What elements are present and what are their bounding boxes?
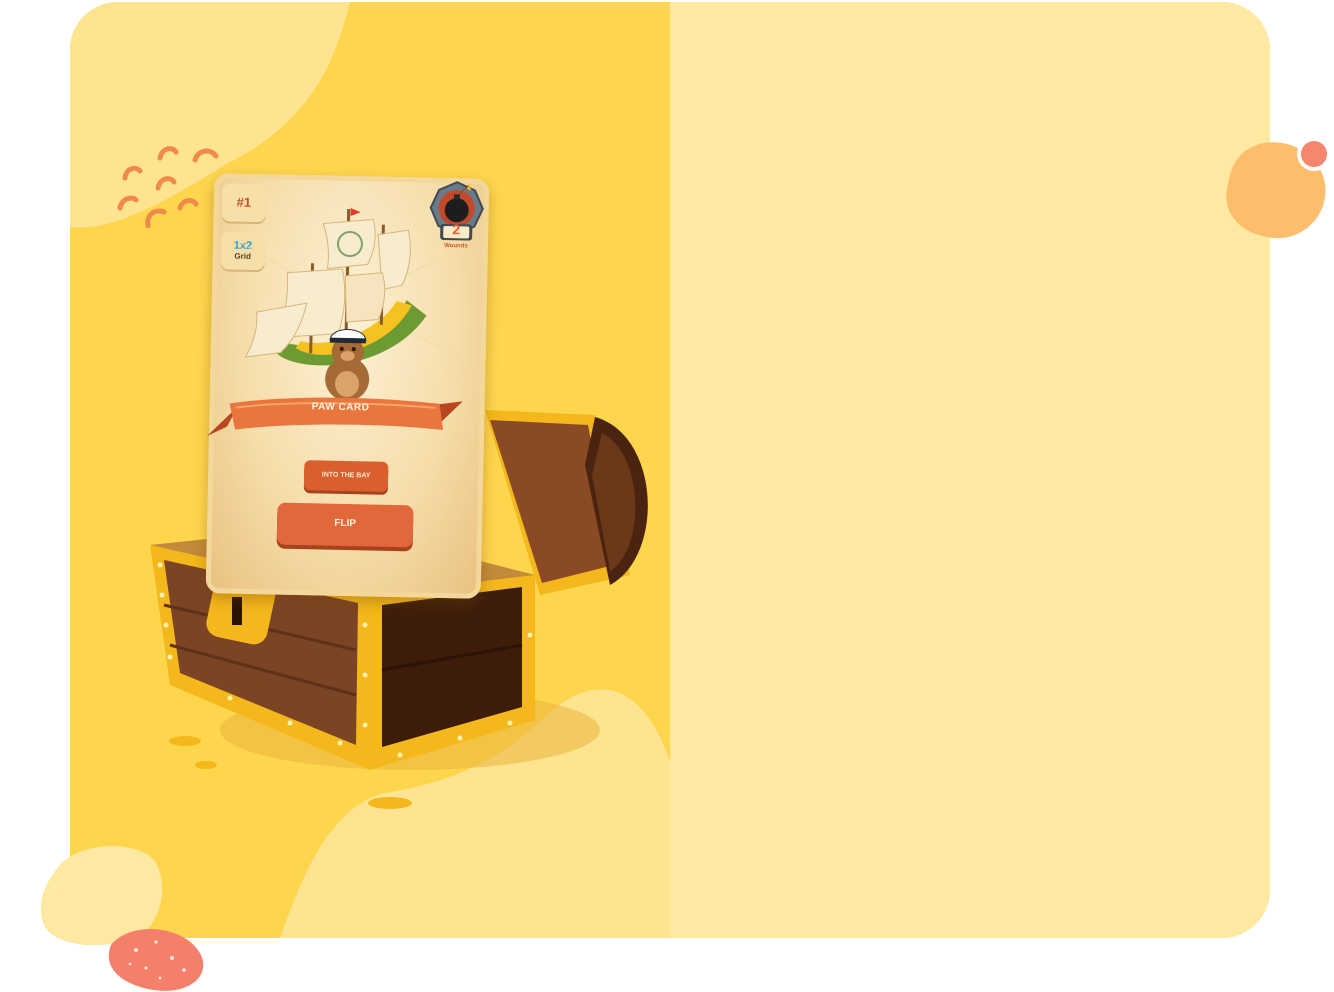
squiggle-decoration — [117, 146, 219, 228]
empty-pane — [670, 2, 1270, 938]
flip-button[interactable]: FLIP — [276, 502, 414, 548]
peach-blob-decoration — [1226, 137, 1331, 239]
paw-card[interactable]: #1 1x2 Grid 2 Wounds PAW CARD INTO THE B… — [205, 173, 490, 599]
pirate-ship-bear-illustration — [235, 204, 464, 401]
game-screen: #1 1x2 Grid 2 Wounds PAW CARD INTO THE B… — [0, 0, 1334, 992]
into-the-bay-button[interactable]: INTO THE BAY — [303, 460, 389, 492]
corner-blob-decoration — [40, 846, 204, 991]
